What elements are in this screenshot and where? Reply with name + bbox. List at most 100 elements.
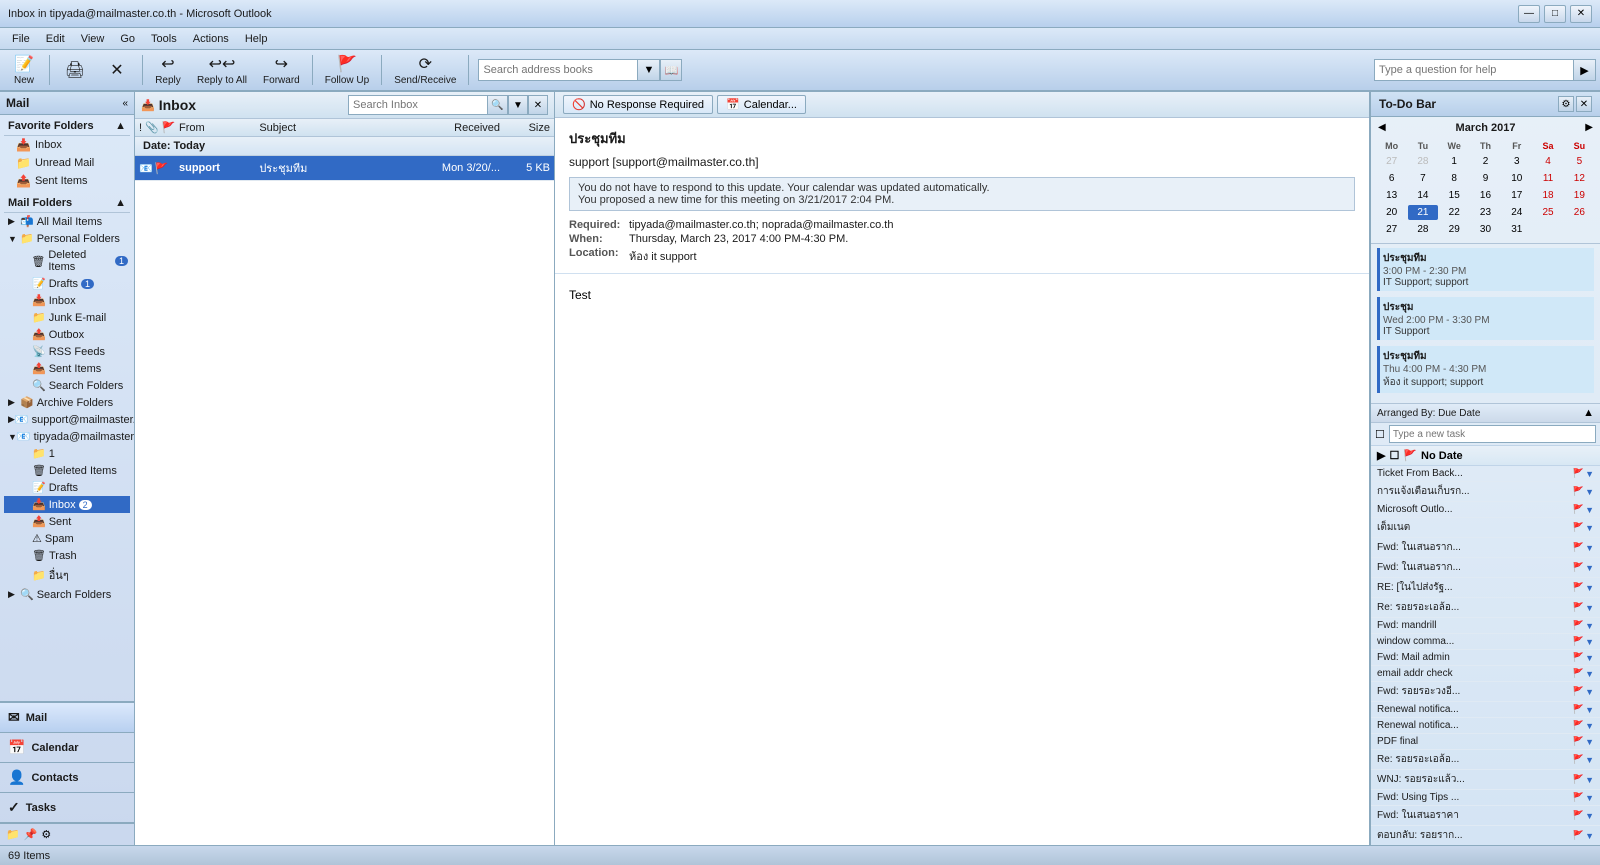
task-item-16[interactable]: Re: รอยรอะเอล้อ...🚩▼ — [1371, 750, 1600, 770]
task-flag-15[interactable]: 🚩 — [1573, 736, 1584, 747]
sidebar-tipyada-sent[interactable]: 📤 Sent — [4, 513, 130, 530]
menu-help[interactable]: Help — [237, 31, 276, 47]
flag-col-icon[interactable]: 🚩 — [162, 122, 176, 134]
task-item-10[interactable]: Fwd: Mail admin🚩▼ — [1371, 650, 1600, 666]
col-header-received[interactable]: Received — [420, 122, 500, 134]
print-button[interactable]: 🖨 — [55, 52, 95, 88]
task-item-3[interactable]: เต็มเนต🚩▼ — [1371, 518, 1600, 538]
task-arrow-8[interactable]: ▼ — [1585, 621, 1594, 631]
cal-day-1-5[interactable]: 11 — [1533, 171, 1562, 186]
col-header-subject[interactable]: Subject — [259, 122, 420, 134]
follow-up-button[interactable]: 🚩 Follow Up — [318, 52, 376, 88]
task-arrow-6[interactable]: ▼ — [1585, 583, 1594, 593]
task-arrow-11[interactable]: ▼ — [1585, 669, 1594, 679]
cal-day-3-0[interactable]: 20 — [1377, 205, 1406, 220]
all-mail-expand[interactable]: ▶ — [8, 216, 20, 227]
close-button[interactable]: ✕ — [1570, 5, 1592, 23]
task-arrow-2[interactable]: ▼ — [1585, 505, 1594, 515]
favorite-folders-collapse[interactable]: ▲ — [115, 120, 126, 132]
new-task-input[interactable] — [1389, 425, 1596, 443]
nav-contacts[interactable]: 👤 Contacts — [0, 763, 134, 793]
task-arrow-20[interactable]: ▼ — [1585, 831, 1594, 841]
task-flag-20[interactable]: 🚩 — [1573, 830, 1584, 841]
task-flag-14[interactable]: 🚩 — [1573, 720, 1584, 731]
forward-button[interactable]: ↪ Forward — [256, 52, 307, 88]
address-search-input[interactable] — [478, 59, 638, 81]
cal-day-3-5[interactable]: 25 — [1533, 205, 1562, 220]
search-expand[interactable]: ▶ — [8, 589, 20, 600]
task-arrow-4[interactable]: ▼ — [1585, 543, 1594, 553]
support-expand[interactable]: ▶ — [8, 414, 15, 425]
tipyada-expand[interactable]: ▼ — [8, 432, 17, 442]
task-item-8[interactable]: Fwd: mandrill🚩▼ — [1371, 618, 1600, 634]
nav-calendar[interactable]: 📅 Calendar — [0, 733, 134, 763]
cal-day-0-4[interactable]: 3 — [1502, 154, 1531, 169]
cal-day-3-1[interactable]: 21 — [1408, 205, 1437, 220]
help-box[interactable]: ▶ — [1374, 59, 1596, 81]
task-flag-7[interactable]: 🚩 — [1573, 602, 1584, 613]
address-search-button[interactable]: ▼ — [638, 59, 660, 81]
task-item-20[interactable]: ตอบกลับ: รอยราก...🚩▼ — [1371, 826, 1600, 845]
menu-go[interactable]: Go — [112, 31, 143, 47]
task-arrow-13[interactable]: ▼ — [1585, 705, 1594, 715]
task-flag-1[interactable]: 🚩 — [1573, 486, 1584, 497]
task-flag-3[interactable]: 🚩 — [1573, 522, 1584, 533]
cal-day-1-2[interactable]: 8 — [1440, 171, 1469, 186]
task-item-9[interactable]: window comma...🚩▼ — [1371, 634, 1600, 650]
task-item-6[interactable]: RE: [ในไปส่งรัฐ...🚩▼ — [1371, 578, 1600, 598]
todo-close-button[interactable]: ✕ — [1576, 96, 1592, 112]
task-item-2[interactable]: Microsoft Outlo...🚩▼ — [1371, 502, 1600, 518]
task-flag-0[interactable]: 🚩 — [1573, 468, 1584, 479]
configure-icon[interactable]: ⚙ — [41, 828, 51, 841]
nav-tasks[interactable]: ✓ Tasks — [0, 793, 134, 823]
search-inbox-button[interactable]: 🔍 — [488, 95, 508, 115]
cal-day-1-6[interactable]: 12 — [1565, 171, 1594, 186]
col-header-from[interactable]: From — [179, 122, 259, 134]
task-item-4[interactable]: Fwd: ในเสนอราก...🚩▼ — [1371, 538, 1600, 558]
task-item-11[interactable]: email addr check🚩▼ — [1371, 666, 1600, 682]
message-row-0[interactable]: 📧 🚩 support ประชุมทีม Mon 3/20/... 5 KB — [135, 156, 554, 181]
cal-day-1-1[interactable]: 7 — [1408, 171, 1437, 186]
cal-day-3-3[interactable]: 23 — [1471, 205, 1500, 220]
search-inbox[interactable]: 🔍 ▼ ✕ — [348, 95, 548, 115]
search-options-button[interactable]: ▼ — [508, 95, 528, 115]
sidebar-tipyada-spam[interactable]: ⚠ Spam — [4, 530, 130, 547]
task-item-18[interactable]: Fwd: Using Tips ...🚩▼ — [1371, 790, 1600, 806]
task-arrow-15[interactable]: ▼ — [1585, 737, 1594, 747]
attachment-icon[interactable]: 📎 — [145, 122, 159, 134]
new-task-checkbox[interactable]: ☐ — [1375, 428, 1385, 441]
appt-1[interactable]: ประชุม Wed 2:00 PM - 3:30 PM IT Support — [1377, 297, 1594, 340]
cal-next-button[interactable]: ▶ — [1582, 121, 1596, 134]
task-item-0[interactable]: Ticket From Back...🚩▼ — [1371, 466, 1600, 482]
tasks-sort-icon[interactable]: ▲ — [1583, 407, 1594, 419]
task-arrow-5[interactable]: ▼ — [1585, 563, 1594, 573]
task-arrow-17[interactable]: ▼ — [1585, 775, 1594, 785]
sidebar-item-unread-fav[interactable]: 📁 Unread Mail — [4, 154, 130, 172]
task-arrow-0[interactable]: ▼ — [1585, 469, 1594, 479]
task-arrow-7[interactable]: ▼ — [1585, 603, 1594, 613]
tipyada-account[interactable]: ▼ 📧 tipyada@mailmaster.co — [4, 428, 130, 445]
sidebar-item-inbox-fav[interactable]: 📥 Inbox — [4, 136, 130, 154]
sidebar-deleted-items[interactable]: 🗑 Deleted Items 1 — [4, 247, 130, 275]
cal-day-1-4[interactable]: 10 — [1502, 171, 1531, 186]
sidebar-sent-personal[interactable]: 📤 Sent Items — [4, 360, 130, 377]
task-item-1[interactable]: การแจ้งเตือนเก็บรก...🚩▼ — [1371, 482, 1600, 502]
todo-header-buttons[interactable]: ⚙ ✕ — [1558, 96, 1592, 112]
maximize-button[interactable]: □ — [1544, 5, 1566, 23]
task-flag-16[interactable]: 🚩 — [1573, 754, 1584, 765]
personal-expand[interactable]: ▼ — [8, 234, 20, 244]
task-arrow-3[interactable]: ▼ — [1585, 523, 1594, 533]
archive-folders[interactable]: ▶ 📦 Archive Folders — [4, 394, 130, 411]
task-item-15[interactable]: PDF final🚩▼ — [1371, 734, 1600, 750]
task-flag-2[interactable]: 🚩 — [1573, 504, 1584, 515]
address-book-button[interactable]: 📖 — [660, 59, 682, 81]
nav-bottom-icons[interactable]: 📁 📌 ⚙ — [0, 823, 134, 845]
task-flag-6[interactable]: 🚩 — [1573, 582, 1584, 593]
task-item-19[interactable]: Fwd: ในเสนอราคา🚩▼ — [1371, 806, 1600, 826]
cal-day-1-0[interactable]: 6 — [1377, 171, 1406, 186]
cal-day-4-2[interactable]: 29 — [1440, 222, 1469, 237]
sort-icon[interactable]: ! — [139, 122, 142, 134]
help-input[interactable] — [1374, 59, 1574, 81]
menu-actions[interactable]: Actions — [185, 31, 237, 47]
reply-button[interactable]: ↩ Reply — [148, 52, 188, 88]
